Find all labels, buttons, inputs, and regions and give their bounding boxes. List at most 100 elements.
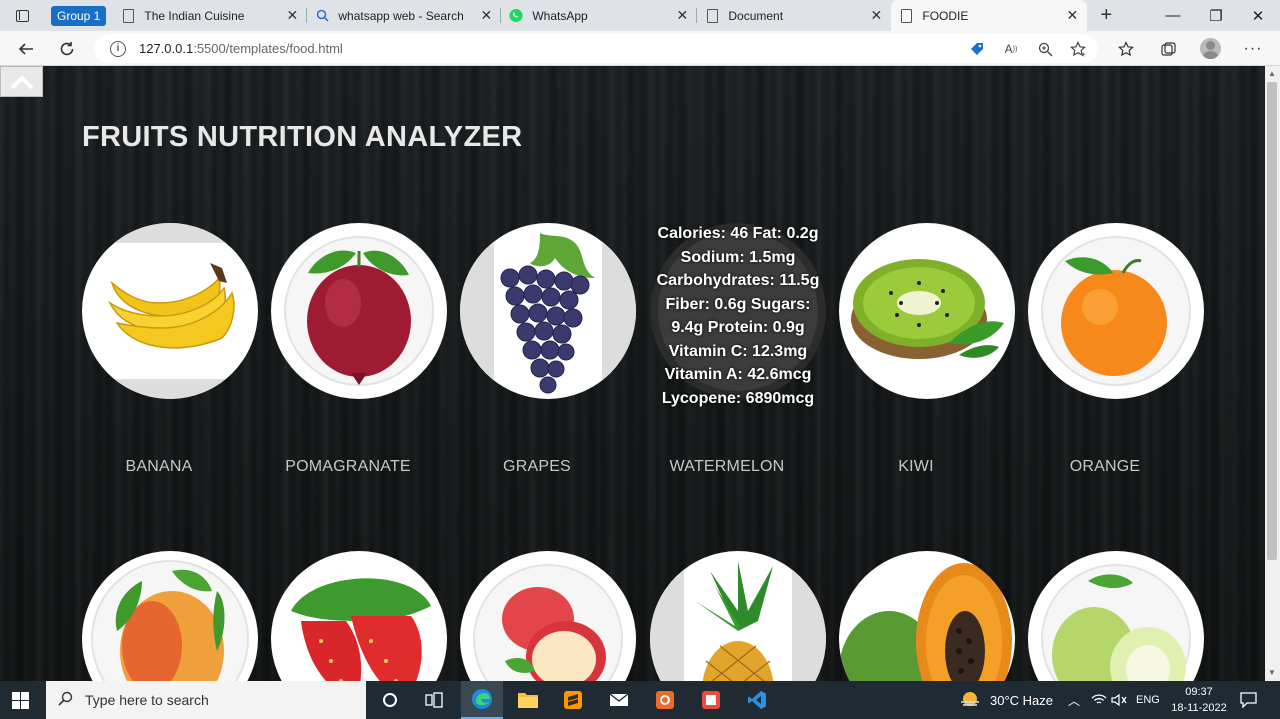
grapes-image bbox=[460, 223, 636, 399]
notifications-button[interactable] bbox=[1240, 681, 1257, 719]
close-tab-icon[interactable]: ✕ bbox=[479, 7, 493, 24]
task-view-icon bbox=[425, 692, 443, 708]
language-indicator[interactable]: ENG bbox=[1136, 681, 1160, 719]
file-explorer-button[interactable] bbox=[507, 681, 549, 719]
fruit-card-grapes[interactable] bbox=[460, 223, 636, 399]
fruit-card-pineapple[interactable] bbox=[650, 551, 826, 681]
search-icon bbox=[58, 691, 73, 710]
papaya-image bbox=[839, 563, 1012, 681]
restore-button[interactable]: ❐ bbox=[1194, 0, 1238, 31]
zoom-icon[interactable] bbox=[1036, 40, 1054, 58]
page-icon bbox=[121, 8, 135, 23]
tab-actions-icon bbox=[15, 9, 29, 22]
whatsapp-icon bbox=[509, 8, 523, 23]
back-arrow-icon bbox=[18, 42, 33, 55]
fruit-card-pomegranate[interactable] bbox=[271, 223, 447, 399]
fruit-card-kiwi[interactable] bbox=[839, 223, 1015, 399]
scroll-down-arrow-icon[interactable]: ▼ bbox=[1268, 668, 1276, 677]
page-icon bbox=[705, 8, 719, 23]
kiwi-image bbox=[851, 259, 1004, 359]
orange-image bbox=[1041, 236, 1191, 386]
tab-title: Document bbox=[728, 8, 784, 23]
tab-group-label[interactable]: Group 1 bbox=[51, 5, 107, 26]
coupon-tag-icon[interactable] bbox=[968, 40, 986, 58]
search-placeholder: Type here to search bbox=[85, 692, 209, 708]
address-bar[interactable]: i 127.0.0.1:5500/templates/food.html A))… bbox=[94, 34, 1098, 63]
tab-indian-cuisine[interactable]: The Indian Cuisine ✕ bbox=[113, 0, 308, 31]
cortana-button[interactable] bbox=[369, 681, 411, 719]
clock-time: 09:37 bbox=[1185, 686, 1213, 698]
tab-whatsapp[interactable]: WhatsApp ✕ bbox=[501, 0, 698, 31]
tab-document[interactable]: Document ✕ bbox=[697, 0, 891, 31]
mango-image bbox=[91, 560, 249, 681]
sublime-text-button[interactable] bbox=[552, 681, 594, 719]
folder-icon bbox=[518, 693, 538, 708]
vscode-icon bbox=[748, 691, 766, 709]
scroll-top-button[interactable] bbox=[0, 66, 43, 97]
clock[interactable]: 09:37 18-11-2022 bbox=[1166, 684, 1232, 716]
fruit-card-guava[interactable] bbox=[1028, 551, 1204, 681]
toolbar: i 127.0.0.1:5500/templates/food.html A))… bbox=[0, 31, 1280, 66]
tab-strip: Group 1 The Indian Cuisine ✕ whatsapp we… bbox=[0, 0, 1280, 31]
favorites-icon[interactable] bbox=[1116, 39, 1136, 59]
close-tab-icon[interactable]: ✕ bbox=[285, 7, 299, 24]
page-content: FRUITS NUTRITION ANALYZER Calories: 46 F… bbox=[0, 66, 1265, 681]
collections-icon[interactable] bbox=[1158, 39, 1178, 59]
minimize-button[interactable]: — bbox=[1151, 0, 1195, 31]
fruit-card-strawberry[interactable] bbox=[271, 551, 447, 681]
fruit-card-banana[interactable] bbox=[82, 223, 258, 399]
scroll-up-arrow-icon[interactable]: ▲ bbox=[1268, 69, 1276, 78]
nutrition-line: Calories: 46 Fat: 0.2g bbox=[657, 225, 819, 242]
show-hidden-icons-button[interactable]: ︿ bbox=[1068, 681, 1080, 719]
nutrition-line: Sodium: 1.5mg bbox=[680, 248, 796, 266]
tab-title: The Indian Cuisine bbox=[144, 8, 245, 23]
read-aloud-icon[interactable]: A)) bbox=[1002, 40, 1020, 58]
tab-actions-button[interactable] bbox=[0, 0, 44, 31]
windows-start-icon[interactable] bbox=[12, 692, 29, 709]
taskbar-search[interactable]: Type here to search bbox=[46, 681, 366, 719]
fruit-card-orange[interactable] bbox=[1028, 223, 1204, 399]
tab-foodie[interactable]: FOODIE ✕ bbox=[891, 0, 1088, 31]
nutrition-line: Fiber: 0.6g Sugars: bbox=[665, 295, 811, 313]
guava-image bbox=[1041, 564, 1191, 681]
game-app-icon bbox=[656, 691, 674, 709]
edge-taskbar-button[interactable] bbox=[461, 681, 503, 719]
profile-avatar[interactable] bbox=[1200, 38, 1221, 59]
page-scrollbar[interactable]: ▲ ▼ bbox=[1265, 66, 1280, 681]
fruit-card-mango[interactable] bbox=[82, 551, 258, 681]
weather-text: 30°C Haze bbox=[990, 692, 1054, 708]
network-icon[interactable] bbox=[1091, 681, 1107, 719]
sublime-icon bbox=[564, 691, 582, 709]
task-view-button[interactable] bbox=[413, 681, 455, 719]
close-window-button[interactable]: ✕ bbox=[1236, 0, 1280, 31]
back-button[interactable] bbox=[12, 31, 40, 66]
refresh-button[interactable] bbox=[53, 31, 81, 66]
fruit-label-watermelon: WATERMELON bbox=[669, 458, 785, 475]
more-options-icon[interactable]: ··· bbox=[1243, 39, 1263, 59]
nutrition-line: Vitamin A: 42.6mcg bbox=[664, 366, 812, 383]
app-button-orange[interactable] bbox=[644, 681, 686, 719]
weather-widget[interactable]: 30°C Haze bbox=[958, 681, 1053, 719]
nutrition-line: 9.4g Protein: 0.9g bbox=[671, 319, 805, 336]
new-tab-button[interactable]: + bbox=[1093, 4, 1119, 27]
site-info-icon[interactable]: i bbox=[110, 40, 126, 57]
close-tab-icon[interactable]: ✕ bbox=[675, 7, 689, 24]
fruit-label-banana: BANANA bbox=[125, 458, 193, 475]
fruit-card-papaya[interactable] bbox=[839, 551, 1015, 681]
close-tab-icon[interactable]: ✕ bbox=[869, 7, 883, 24]
fruit-card-apple[interactable] bbox=[460, 551, 636, 681]
vscode-button[interactable] bbox=[736, 681, 778, 719]
tab-whatsapp-search[interactable]: whatsapp web - Search ✕ bbox=[307, 0, 502, 31]
clock-date: 18-11-2022 bbox=[1171, 702, 1227, 714]
apple-image bbox=[473, 564, 623, 681]
app-button-red[interactable] bbox=[690, 681, 732, 719]
volume-icon[interactable] bbox=[1111, 681, 1127, 719]
tab-title: WhatsApp bbox=[532, 8, 588, 23]
add-favorite-icon[interactable]: + bbox=[1069, 40, 1087, 58]
mail-button[interactable] bbox=[598, 681, 640, 719]
edge-icon bbox=[472, 689, 492, 709]
pomegranate-image bbox=[284, 236, 434, 386]
scrollbar-thumb[interactable] bbox=[1267, 82, 1277, 560]
chevron-up-icon bbox=[10, 74, 33, 89]
close-tab-icon[interactable]: ✕ bbox=[1065, 7, 1079, 24]
